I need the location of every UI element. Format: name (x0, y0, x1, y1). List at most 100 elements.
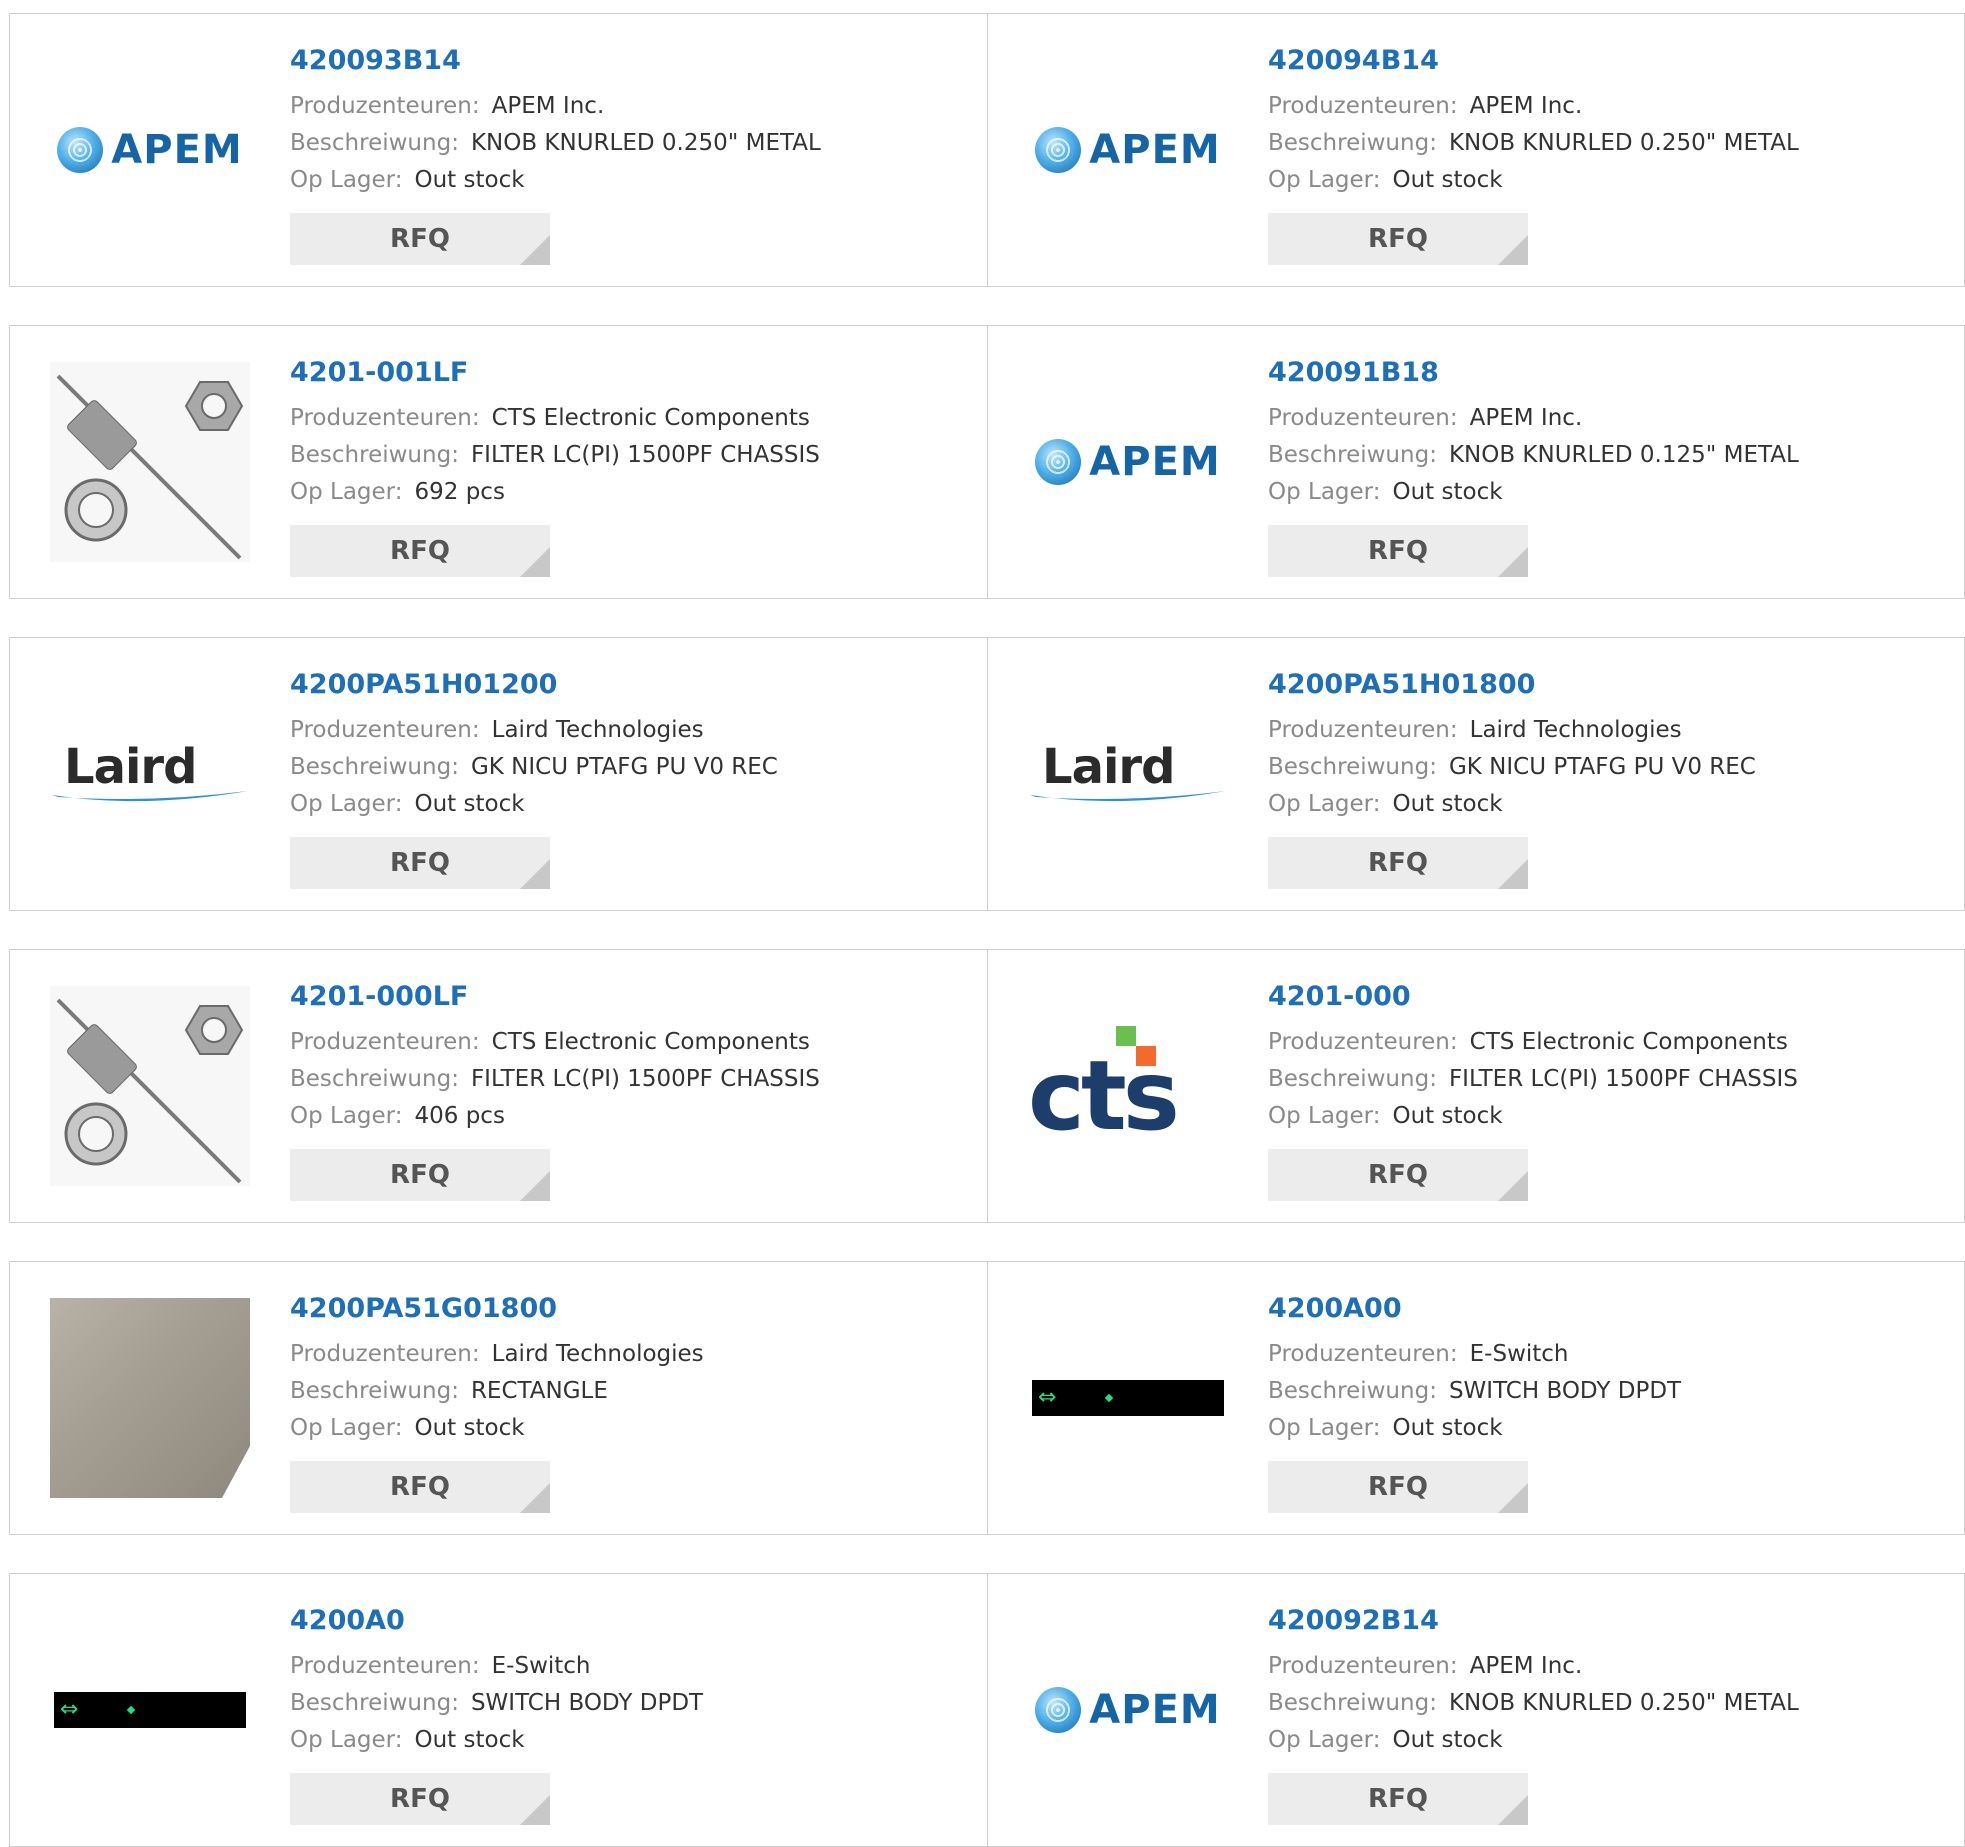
manufacturer-row: Produzenteuren: APEM Inc. (1268, 88, 1799, 125)
part-number-link[interactable]: 4200PA51G01800 (290, 1292, 704, 1326)
stock-value: Out stock (1392, 1727, 1503, 1753)
description-value: KNOB KNURLED 0.250" METAL (470, 130, 821, 156)
part-number-link[interactable]: 4201-000LF (290, 980, 820, 1014)
product-image[interactable]: ⇔ (1028, 1298, 1228, 1498)
product-image[interactable]: ⇔ (50, 1610, 250, 1810)
corner-fold-icon (520, 1483, 550, 1513)
corner-fold-icon (1498, 1795, 1528, 1825)
rfq-button[interactable]: RFQ (290, 213, 550, 265)
rfq-label: RFQ (1368, 1784, 1428, 1814)
description-label: Beschreiwung: (1268, 754, 1437, 780)
description-label: Beschreiwung: (1268, 130, 1437, 156)
part-number-link[interactable]: 4200PA51H01800 (1268, 668, 1756, 702)
stock-label: Op Lager: (290, 479, 403, 505)
rfq-button[interactable]: RFQ (290, 1461, 550, 1513)
description-label: Beschreiwung: (290, 1690, 459, 1716)
description-row: Beschreiwung: FILTER LC(PI) 1500PF CHASSI… (1268, 1061, 1798, 1098)
apem-logo: APEM (1035, 439, 1220, 485)
manufacturer-value: APEM Inc. (491, 93, 605, 119)
description-value: SWITCH BODY DPDT (1448, 1378, 1682, 1404)
manufacturer-row: Produzenteuren: CTS Electronic Components (290, 1024, 820, 1061)
part-number-link[interactable]: 4201-000 (1268, 980, 1798, 1014)
product-image[interactable]: cts (1028, 986, 1228, 1186)
rfq-button[interactable]: RFQ (290, 1773, 550, 1825)
manufacturer-value: E-Switch (1469, 1341, 1569, 1367)
manufacturer-label: Produzenteuren: (1268, 93, 1458, 119)
stock-row: Op Lager: Out stock (290, 786, 778, 823)
manufacturer-label: Produzenteuren: (290, 93, 480, 119)
product-info: 4200PA51G01800 Produzenteuren: Laird Tech… (290, 1292, 704, 1513)
rfq-label: RFQ (1368, 1472, 1428, 1502)
apem-logo-text: APEM (111, 127, 243, 173)
part-number-link[interactable]: 4200A00 (1268, 1292, 1681, 1326)
description-row: Beschreiwung: GK NICU PTAFG PU V0 REC (290, 749, 778, 786)
product-row: Laird 4200PA51H01200 Produzenteuren: Lair… (9, 637, 1965, 911)
product-image[interactable] (50, 1298, 250, 1498)
rfq-button[interactable]: RFQ (290, 1149, 550, 1201)
manufacturer-row: Produzenteuren: Laird Technologies (290, 712, 778, 749)
product-image[interactable]: APEM (50, 50, 250, 250)
product-image[interactable]: APEM (1028, 1610, 1228, 1810)
product-image[interactable]: APEM (1028, 362, 1228, 562)
switch-body-image: ⇔ (54, 1692, 246, 1728)
rfq-button[interactable]: RFQ (1268, 1461, 1528, 1513)
product-row: ⇔ 4200A0 Produzenteuren: E-Switch Beschre… (9, 1573, 1965, 1847)
product-row: APEM 420093B14 Produzenteuren: APEM Inc. … (9, 13, 1965, 287)
rfq-button[interactable]: RFQ (290, 837, 550, 889)
description-label: Beschreiwung: (290, 1378, 459, 1404)
rfq-button[interactable]: RFQ (1268, 837, 1528, 889)
stock-row: Op Lager: Out stock (1268, 1098, 1798, 1135)
product-image[interactable]: APEM (1028, 50, 1228, 250)
description-label: Beschreiwung: (1268, 1690, 1437, 1716)
part-number-link[interactable]: 420094B14 (1268, 44, 1799, 78)
part-number-link[interactable]: 420092B14 (1268, 1604, 1799, 1638)
rfq-button[interactable]: RFQ (1268, 1149, 1528, 1201)
manufacturer-row: Produzenteuren: E-Switch (290, 1648, 703, 1685)
apem-logo-text: APEM (1089, 1687, 1221, 1733)
description-row: Beschreiwung: RECTANGLE (290, 1373, 704, 1410)
corner-fold-icon (1498, 1171, 1528, 1201)
product-info: 4201-000 Produzenteuren: CTS Electronic C… (1268, 980, 1798, 1201)
corner-fold-icon (1498, 235, 1528, 265)
part-number-link[interactable]: 420093B14 (290, 44, 821, 78)
product-info: 420091B18 Produzenteuren: APEM Inc. Besch… (1268, 356, 1799, 577)
cts-logo: cts (1028, 1026, 1228, 1146)
product-image[interactable]: Laird (1028, 674, 1228, 874)
rfq-button[interactable]: RFQ (1268, 1773, 1528, 1825)
stock-row: Op Lager: Out stock (290, 1410, 704, 1447)
part-number-link[interactable]: 4200A0 (290, 1604, 703, 1638)
rfq-button[interactable]: RFQ (1268, 213, 1528, 265)
description-value: RECTANGLE (470, 1378, 608, 1404)
product-image[interactable] (50, 362, 250, 562)
manufacturer-label: Produzenteuren: (1268, 1029, 1458, 1055)
corner-fold-icon (520, 1171, 550, 1201)
description-value: KNOB KNURLED 0.250" METAL (1448, 1690, 1799, 1716)
part-number-link[interactable]: 4201-001LF (290, 356, 820, 390)
manufacturer-label: Produzenteuren: (1268, 1341, 1458, 1367)
manufacturer-value: CTS Electronic Components (1469, 1029, 1788, 1055)
rfq-label: RFQ (390, 1784, 450, 1814)
manufacturer-label: Produzenteuren: (1268, 405, 1458, 431)
laird-swoosh-icon (1030, 791, 1226, 802)
rfq-button[interactable]: RFQ (1268, 525, 1528, 577)
gasket-strip-photo (50, 1298, 250, 1498)
rfq-label: RFQ (1368, 224, 1428, 254)
arrows-icon: ⇔ (60, 1697, 79, 1722)
stock-value: 406 pcs (414, 1103, 505, 1129)
description-row: Beschreiwung: SWITCH BODY DPDT (290, 1685, 703, 1722)
product-image[interactable] (50, 986, 250, 1186)
filter-photo (50, 362, 250, 562)
corner-fold-icon (520, 859, 550, 889)
manufacturer-label: Produzenteuren: (290, 1029, 480, 1055)
description-value: GK NICU PTAFG PU V0 REC (470, 754, 778, 780)
stock-label: Op Lager: (290, 1103, 403, 1129)
part-number-link[interactable]: 420091B18 (1268, 356, 1799, 390)
product-image[interactable]: Laird (50, 674, 250, 874)
product-info: 4200PA51H01800 Produzenteuren: Laird Tech… (1268, 668, 1756, 889)
apem-logo: APEM (57, 127, 242, 173)
manufacturer-row: Produzenteuren: Laird Technologies (1268, 712, 1756, 749)
manufacturer-row: Produzenteuren: APEM Inc. (1268, 1648, 1799, 1685)
product-card: APEM 420094B14 Produzenteuren: APEM Inc. … (987, 14, 1964, 286)
rfq-button[interactable]: RFQ (290, 525, 550, 577)
part-number-link[interactable]: 4200PA51H01200 (290, 668, 778, 702)
